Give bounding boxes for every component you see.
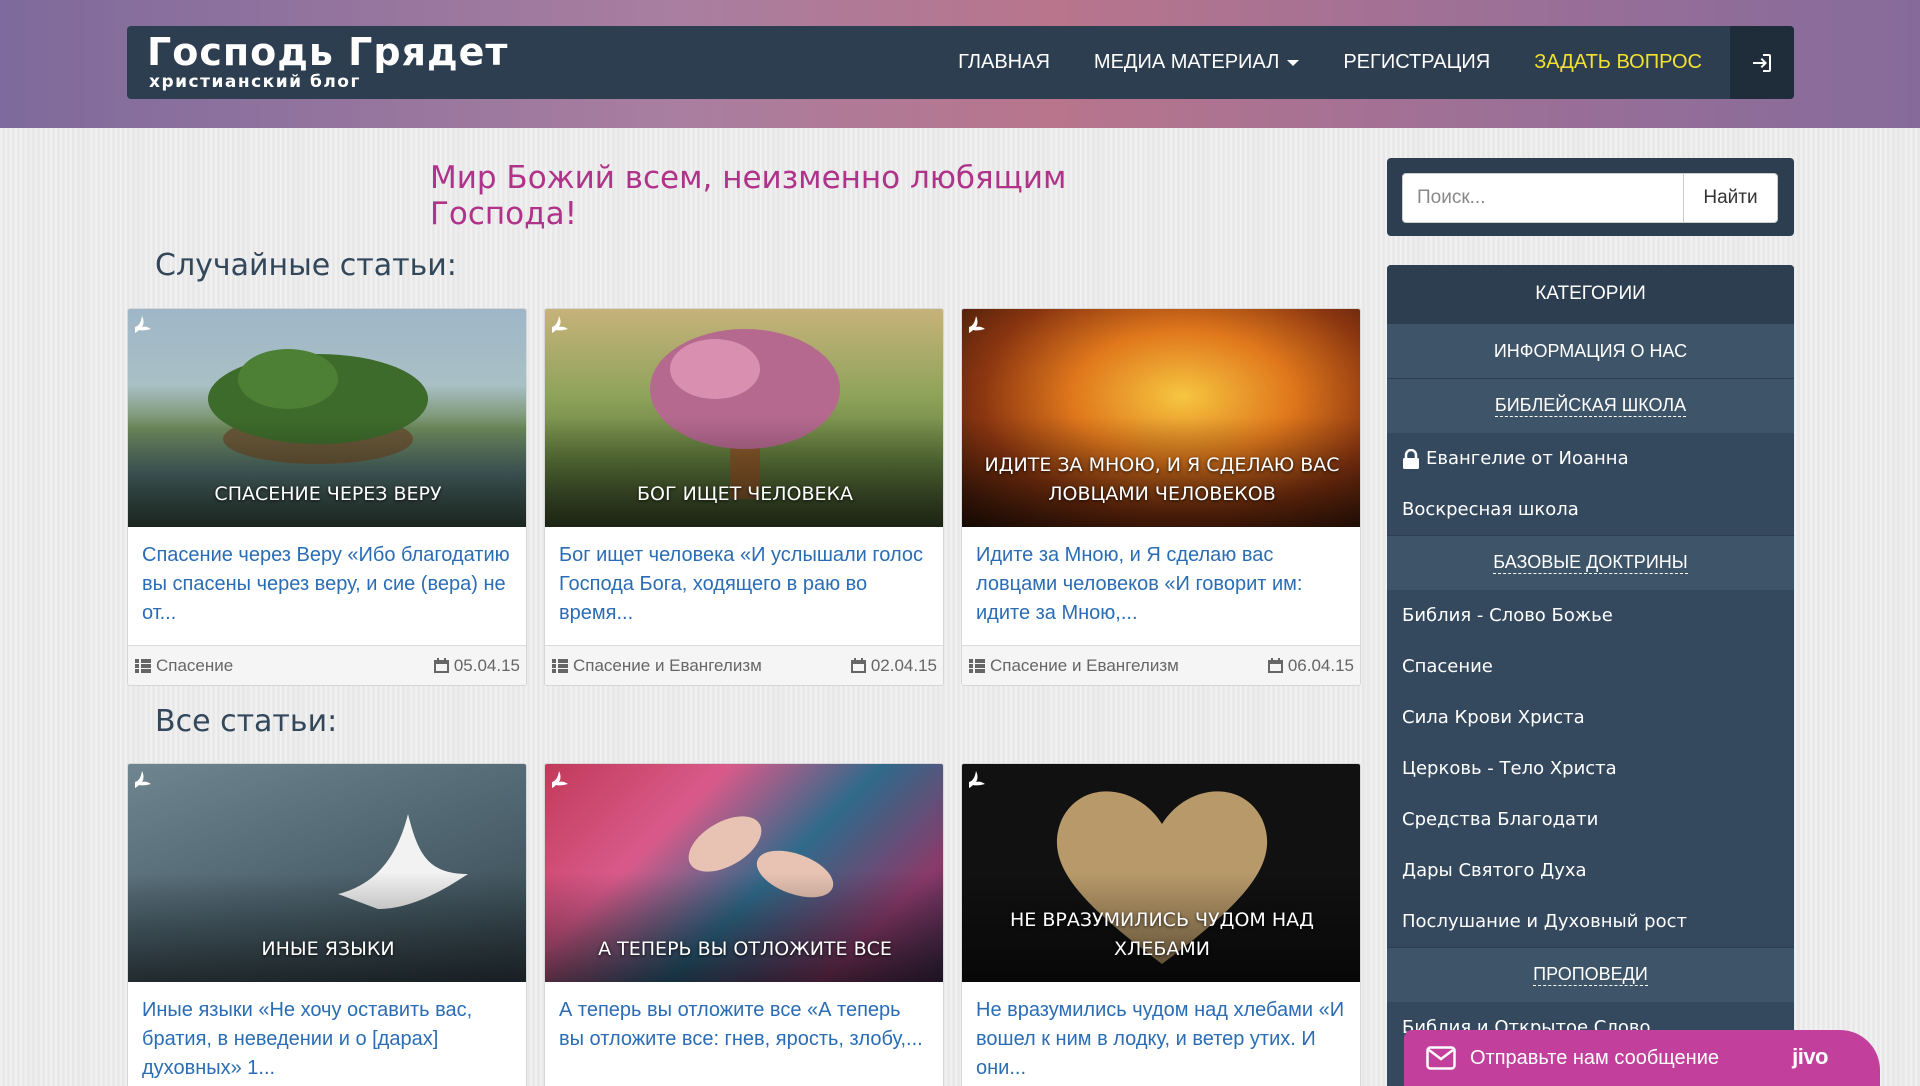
article-category[interactable]: Спасение и Евангелизм xyxy=(990,656,1179,676)
dove-icon xyxy=(552,316,568,333)
article-category[interactable]: Спасение и Евангелизм xyxy=(573,656,762,676)
article-image: СПАСЕНИЕ ЧЕРЕЗ ВЕРУ xyxy=(128,309,526,527)
list-icon xyxy=(552,658,568,673)
article-excerpt[interactable]: А теперь вы отложите все «А теперь вы от… xyxy=(545,982,943,1086)
login-button[interactable] xyxy=(1730,26,1794,99)
jivo-logo: jivo xyxy=(1792,1044,1828,1069)
article-meta: Спасение и Евангелизм 06.04.15 xyxy=(962,645,1360,685)
navbar: Господь Грядет христианский блог ГЛАВНАЯ… xyxy=(127,26,1794,99)
article-meta: Спасение 05.04.15 xyxy=(128,645,526,685)
lock-icon xyxy=(1403,448,1419,469)
search-button[interactable]: Найти xyxy=(1683,173,1778,223)
category-item[interactable]: Послушание и Духовный рост xyxy=(1387,896,1794,947)
category-item[interactable]: Спасение xyxy=(1387,641,1794,692)
article-card[interactable]: БОГ ИЩЕТ ЧЕЛОВЕКА Бог ищет человека «И у… xyxy=(544,308,944,686)
calendar-icon xyxy=(850,658,866,673)
nav-media[interactable]: МЕДИА МАТЕРИАЛ xyxy=(1072,26,1321,99)
search-panel: Найти xyxy=(1387,158,1794,236)
article-image: НЕ ВРАЗУМИЛИСЬ ЧУДОМ НАД ХЛЕБАМИ xyxy=(962,764,1360,982)
category-info[interactable]: ИНФОРМАЦИЯ О НАС xyxy=(1387,323,1794,378)
article-image: БОГ ИЩЕТ ЧЕЛОВЕКА xyxy=(545,309,943,527)
nav-register[interactable]: РЕГИСТРАЦИЯ xyxy=(1321,26,1512,99)
calendar-icon xyxy=(433,658,449,673)
categories-title: КАТЕГОРИИ xyxy=(1387,265,1794,323)
search-input[interactable] xyxy=(1402,173,1684,223)
article-card[interactable]: А ТЕПЕРЬ ВЫ ОТЛОЖИТЕ ВСЕ А теперь вы отл… xyxy=(544,763,944,1086)
article-date: 05.04.15 xyxy=(453,655,520,675)
article-caption: БОГ ИЩЕТ ЧЕЛОВЕКА xyxy=(636,483,854,505)
dove-icon xyxy=(969,771,985,788)
article-caption: СПАСЕНИЕ ЧЕРЕЗ ВЕРУ xyxy=(214,483,442,505)
categories-panel: КАТЕГОРИИ ИНФОРМАЦИЯ О НАС БИБЛЕЙСКАЯ ШК… xyxy=(1387,265,1794,1086)
article-excerpt[interactable]: Бог ищет человека «И услышали голос Госп… xyxy=(545,527,943,645)
article-image: ИДИТЕ ЗА МНОЮ, И Я СДЕЛАЮ ВАС ЛОВЦАМИ ЧЕ… xyxy=(962,309,1360,527)
category-item[interactable]: Сила Крови Христа xyxy=(1387,692,1794,743)
article-caption: А ТЕПЕРЬ ВЫ ОТЛОЖИТЕ ВСЕ xyxy=(598,938,892,960)
article-excerpt[interactable]: Иные языки «Не хочу оставить вас, братия… xyxy=(128,982,526,1086)
article-caption: НЕ ВРАЗУМИЛИСЬ ЧУДОМ НАД ХЛЕБАМИ xyxy=(1010,909,1314,960)
category-doctrines-label: БАЗОВЫЕ ДОКТРИНЫ xyxy=(1493,552,1688,574)
category-item-sunday-school[interactable]: Воскресная школа xyxy=(1387,484,1794,535)
brand-title: Господь Грядет xyxy=(147,30,509,74)
nav-home[interactable]: ГЛАВНАЯ xyxy=(936,26,1072,99)
article-card[interactable]: СПАСЕНИЕ ЧЕРЕЗ ВЕРУ Спасение через Веру … xyxy=(127,308,527,686)
dove-icon xyxy=(135,316,151,333)
article-caption: ИДИТЕ ЗА МНОЮ, И Я СДЕЛАЮ ВАС ЛОВЦАМИ ЧЕ… xyxy=(984,454,1340,505)
dove-icon xyxy=(969,316,985,333)
category-bible-school[interactable]: БИБЛЕЙСКАЯ ШКОЛА xyxy=(1387,378,1794,433)
article-excerpt[interactable]: Спасение через Веру «Ибо благодатию вы с… xyxy=(128,527,526,645)
article-excerpt[interactable]: Идите за Мною, и Я сделаю вас ловцами че… xyxy=(962,527,1360,645)
article-caption: ИНЫЕ ЯЗЫКИ xyxy=(261,938,395,960)
category-doctrines[interactable]: БАЗОВЫЕ ДОКТРИНЫ xyxy=(1387,535,1794,590)
category-sermons-label: ПРОПОВЕДИ xyxy=(1533,964,1648,986)
category-info-label: ИНФОРМАЦИЯ О НАС xyxy=(1493,340,1688,361)
list-icon xyxy=(135,658,151,673)
category-bible-school-label: БИБЛЕЙСКАЯ ШКОЛА xyxy=(1494,395,1687,417)
nav-ask-question[interactable]: ЗАДАТЬ ВОПРОС xyxy=(1512,26,1724,99)
sign-in-icon xyxy=(1753,53,1771,72)
category-item-gospel-john[interactable]: Евангелие от Иоанна xyxy=(1387,433,1794,484)
article-excerpt[interactable]: Не вразумились чудом над хлебами «И воше… xyxy=(962,982,1360,1086)
article-date: 06.04.15 xyxy=(1287,655,1354,675)
dove-icon xyxy=(135,771,151,788)
article-meta: Спасение и Евангелизм 02.04.15 xyxy=(545,645,943,685)
chat-label: Отправьте нам сообщение xyxy=(1470,1046,1719,1069)
nav-media-label: МЕДИА МАТЕРИАЛ xyxy=(1093,51,1280,73)
article-category[interactable]: Спасение xyxy=(156,656,233,676)
dove-icon xyxy=(552,771,568,788)
category-item[interactable]: Библия - Слово Божье xyxy=(1387,590,1794,641)
article-card[interactable]: ИНЫЕ ЯЗЫКИ Иные языки «Не хочу оставить … xyxy=(127,763,527,1086)
chat-widget[interactable]: Отправьте нам сообщение jivo xyxy=(1404,1030,1880,1086)
article-card[interactable]: НЕ ВРАЗУМИЛИСЬ ЧУДОМ НАД ХЛЕБАМИ Не враз… xyxy=(961,763,1361,1086)
category-item[interactable]: Церковь - Тело Христа xyxy=(1387,743,1794,794)
category-sermons[interactable]: ПРОПОВЕДИ xyxy=(1387,947,1794,1002)
category-item-label: Евангелие от Иоанна xyxy=(1426,448,1629,469)
nav-menu: ГЛАВНАЯ МЕДИА МАТЕРИАЛ РЕГИСТРАЦИЯ ЗАДАТ… xyxy=(936,26,1794,99)
brand-subtitle: христианский блог xyxy=(149,72,361,92)
article-image: А ТЕПЕРЬ ВЫ ОТЛОЖИТЕ ВСЕ xyxy=(545,764,943,982)
welcome-message: Мир Божий всем, неизменно любящим Господ… xyxy=(430,160,1067,232)
article-card[interactable]: ИДИТЕ ЗА МНОЮ, И Я СДЕЛАЮ ВАС ЛОВЦАМИ ЧЕ… xyxy=(961,308,1361,686)
random-articles-title: Случайные статьи: xyxy=(155,248,457,283)
article-image: ИНЫЕ ЯЗЫКИ xyxy=(128,764,526,982)
article-date: 02.04.15 xyxy=(870,655,937,675)
category-item[interactable]: Дары Святого Духа xyxy=(1387,845,1794,896)
list-icon xyxy=(969,658,985,673)
category-item[interactable]: Средства Благодати xyxy=(1387,794,1794,845)
envelope-icon xyxy=(1426,1046,1456,1070)
all-articles-title: Все статьи: xyxy=(155,704,338,739)
brand-logo[interactable]: Господь Грядет христианский блог xyxy=(147,30,509,92)
calendar-icon xyxy=(1267,658,1283,673)
caret-down-icon xyxy=(1287,59,1300,66)
